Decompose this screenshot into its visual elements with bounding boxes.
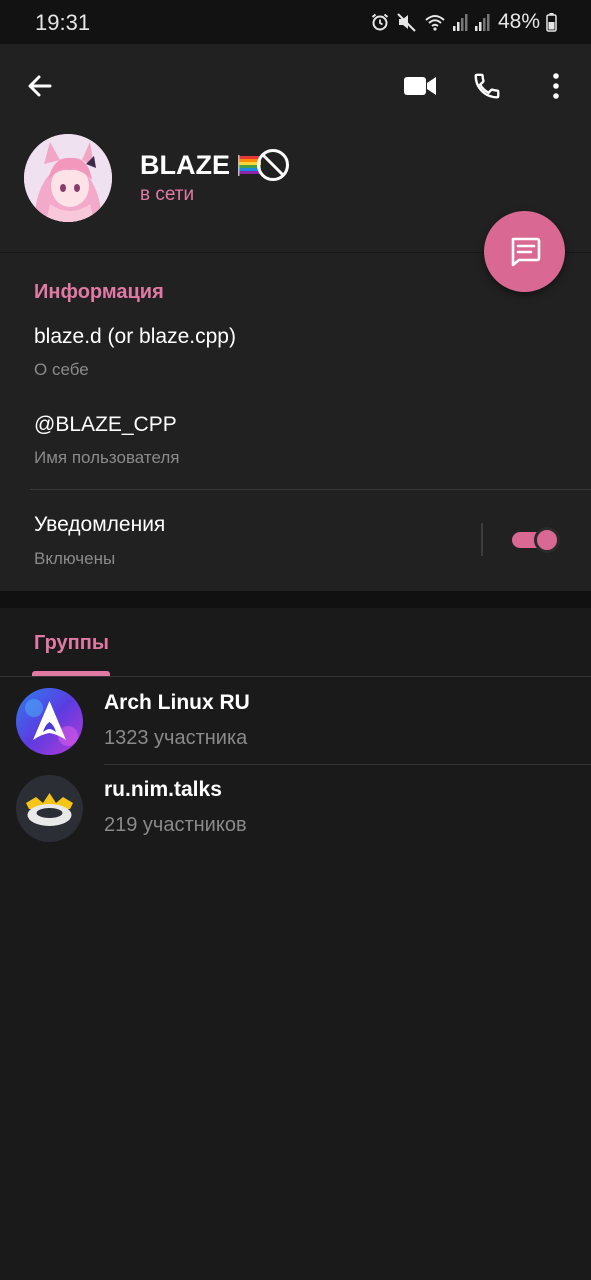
mute-icon [397,13,416,32]
notifications-title[interactable]: Уведомления [34,513,165,537]
profile-name-text: BLAZE [140,149,230,180]
group-avatar [16,688,83,755]
profile-avatar[interactable] [24,134,112,222]
group-name: Arch Linux RU [104,691,250,714]
name-emoji [238,148,290,182]
group-avatar [16,775,83,842]
group-row-arch-linux-ru[interactable]: Arch Linux RU 1323 участника [0,678,591,765]
username-value[interactable]: @BLAZE_CPP [34,413,177,437]
section-gap [0,591,591,608]
signal-icon [474,14,490,31]
info-section-title: Информация [34,281,164,303]
username-label: Имя пользователя [34,448,180,467]
arrow-left-icon [28,75,52,97]
more-vertical-icon [553,73,559,99]
group-member-count: 219 участников [104,814,247,836]
profile-name: BLAZE [140,148,290,182]
more-options-button[interactable] [534,64,578,108]
status-icons: 48% [370,8,557,36]
arch-linux-logo-icon [16,688,83,755]
notifications-toggle[interactable] [510,527,560,553]
group-name: ru.nim.talks [104,778,222,801]
nim-crown-logo-icon [16,775,83,842]
groups-section: Группы Arch Linux RU 1323 участника ru.n… [0,608,591,1280]
tab-groups[interactable]: Группы [34,632,109,655]
group-row-ru-nim-talks[interactable]: ru.nim.talks 219 участников [0,765,591,852]
online-status: в сети [140,184,195,205]
anime-avatar-image [24,134,112,222]
battery-percentage: 48% [497,10,540,33]
info-section: Информация blaze.d (or blaze.cpp) О себе… [0,253,591,591]
back-button[interactable] [18,64,62,108]
tab-divider [0,676,591,677]
group-member-count: 1323 участника [104,727,248,749]
wifi-icon [425,15,445,31]
alarm-icon [371,13,389,31]
bio-value[interactable]: blaze.d (or blaze.cpp) [34,325,236,349]
battery-icon [546,13,557,32]
video-call-button[interactable] [398,64,442,108]
signal-icon [452,14,468,31]
send-message-button[interactable] [484,211,565,292]
phone-icon [474,73,500,99]
status-bar: 19:31 48% [0,0,591,44]
prohibited-icon [257,149,289,181]
message-icon [511,237,540,266]
notifications-status: Включены [34,549,116,568]
video-camera-icon [404,77,436,95]
toggle-knob [534,527,560,553]
call-button[interactable] [465,64,509,108]
notifications-separator [481,523,483,556]
info-divider [30,489,591,490]
bio-label: О себе [34,360,89,379]
status-time: 19:31 [35,10,91,35]
